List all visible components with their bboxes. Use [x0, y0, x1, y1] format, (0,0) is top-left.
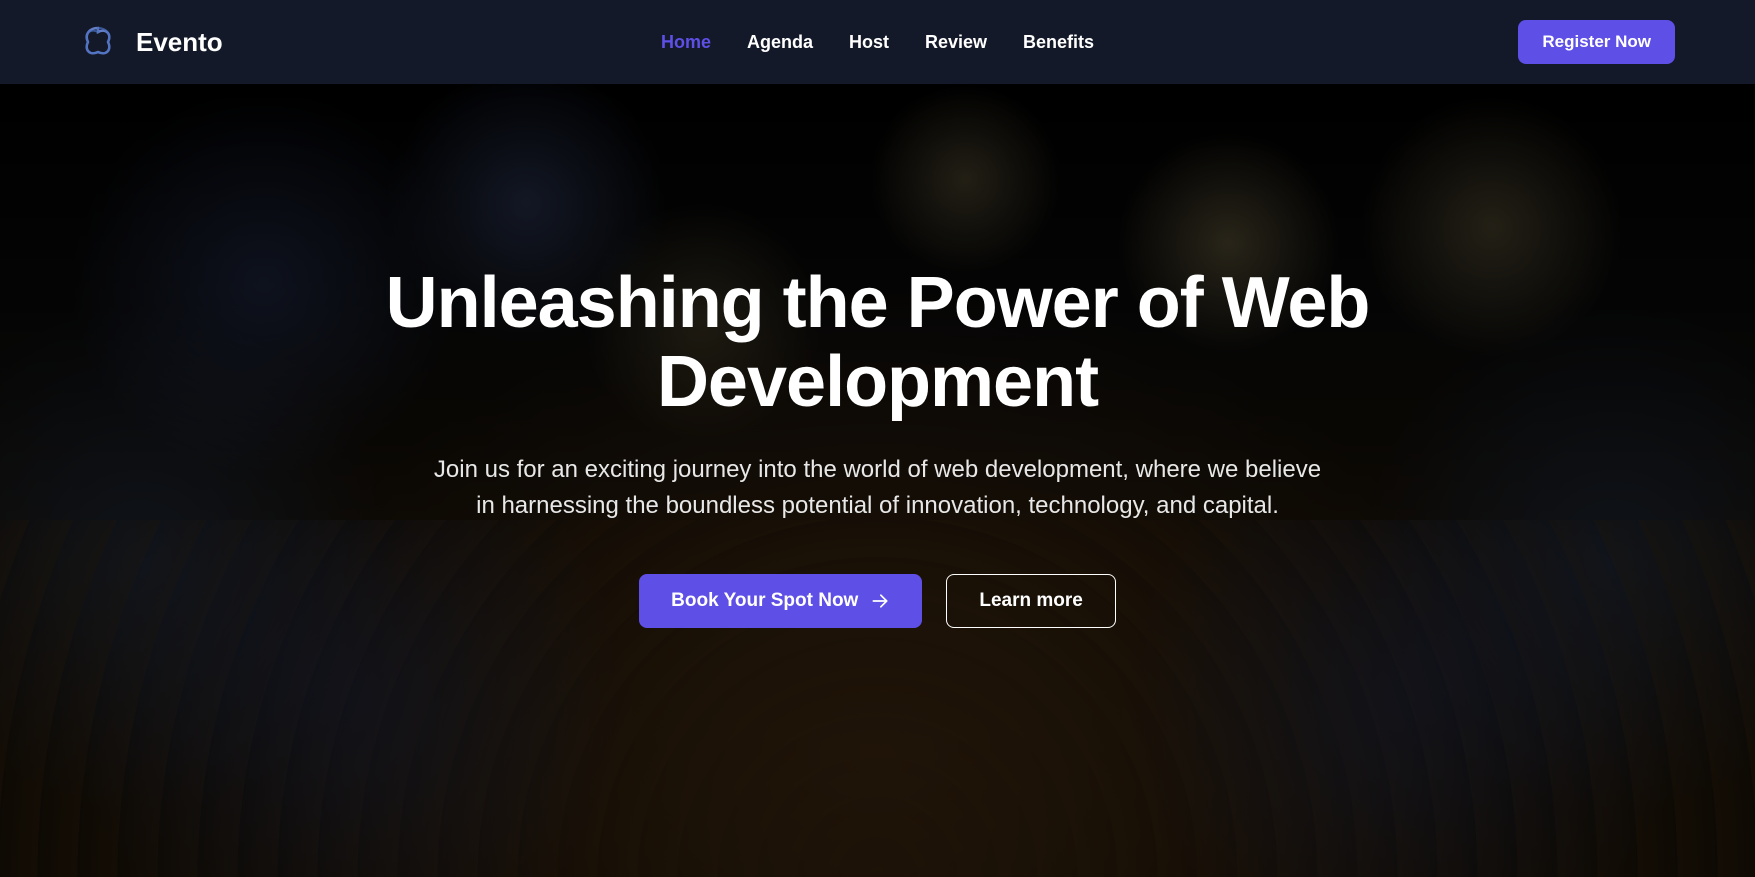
main-nav: Home Agenda Host Review Benefits — [661, 32, 1094, 53]
nav-agenda[interactable]: Agenda — [747, 32, 813, 53]
hero-buttons: Book Your Spot Now Learn more — [218, 574, 1538, 628]
brand-name: Evento — [136, 27, 223, 58]
nav-review[interactable]: Review — [925, 32, 987, 53]
hero-content: Unleashing the Power of Web Development … — [178, 264, 1578, 628]
hero-subtitle: Join us for an exciting journey into the… — [428, 452, 1328, 524]
nav-host[interactable]: Host — [849, 32, 889, 53]
nav-benefits[interactable]: Benefits — [1023, 32, 1094, 53]
nav-home[interactable]: Home — [661, 32, 711, 53]
book-spot-label: Book Your Spot Now — [671, 590, 858, 612]
register-button[interactable]: Register Now — [1518, 20, 1675, 64]
learn-more-button[interactable]: Learn more — [946, 574, 1115, 628]
hero-title: Unleashing the Power of Web Development — [218, 264, 1538, 422]
site-header: Evento Home Agenda Host Review Benefits … — [0, 0, 1755, 84]
arrow-right-icon — [870, 591, 890, 611]
logo-section: Evento — [80, 24, 223, 60]
brand-logo-icon — [80, 24, 116, 60]
book-spot-button[interactable]: Book Your Spot Now — [639, 574, 922, 628]
hero-section: Unleashing the Power of Web Development … — [0, 84, 1755, 877]
